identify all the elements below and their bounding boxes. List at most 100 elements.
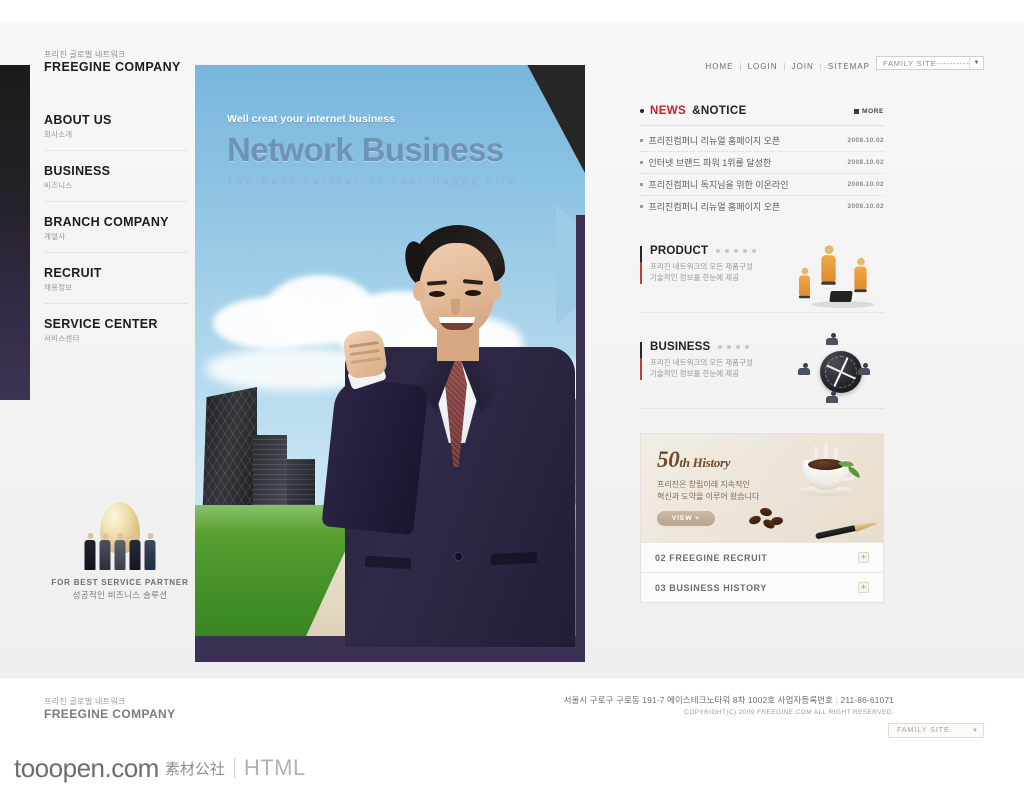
news-item[interactable]: 프리진컴퍼니 독지님을 위한 이온라인 2008.10.02 [640,174,884,196]
footer-logo-subtitle: 프리진 글로벌 네트워크 [44,697,126,706]
watermark-chinese: 素材公社 [164,760,225,778]
eye-right [465,290,481,296]
footer-logo[interactable]: 프리진 글로벌 네트워크 FREEGINE COMPANY [44,696,176,722]
site-header: 프리진 글로벌 네트워크 FREEGINE COMPANY HOME | LOG… [0,22,1024,74]
hero-kicker: Well creat your internet business [227,113,396,125]
history-row[interactable]: 02 FREEGINE RECRUIT + [641,542,883,572]
news-item[interactable]: 프리진컴퍼니 리뉴얼 홈페이지 오픈 2008.10.02 [640,196,884,217]
nose [451,299,460,315]
sidebar-item-sublabel: 비즈니스 [44,181,73,190]
sidebar-promo-banner[interactable]: FOR BEST SERVICE PARTNER 성공적인 비즈니스 솔루션 [44,500,196,601]
jacket-pocket [364,555,412,570]
family-site-label: FAMILY SITE-------------- [883,58,969,68]
sidebar-item-service-center[interactable]: SERVICE CENTER 서비스센터 [44,312,188,354]
nav-home[interactable]: HOME [700,62,740,71]
logo-subtitle: 프리진 글로벌 네트워크 [44,50,126,59]
site-logo[interactable]: 프리진 글로벌 네트워크 FREEGINE COMPANY [44,49,181,75]
hero-text-block: Well creat your internet business Networ… [227,113,557,186]
history-panel: 50th History 프리진은 창립이래 지속적인 혁신과 도약을 이루어 … [640,433,884,603]
person-figure-icon [826,333,840,345]
sidebar-item-about-us[interactable]: ABOUT US 회사소개 [44,108,188,151]
bullet-dot-icon [640,109,644,113]
history-desc-line2: 혁신과 도약을 이루어 왔습니다 [657,492,760,501]
nav-sitemap[interactable]: SITEMAP [822,62,876,71]
top-navigation: HOME | LOGIN | JOIN | SITEMAP [700,62,877,71]
news-item[interactable]: 프리진컴퍼니 리뉴얼 홈페이지 오픈 2008.10.02 [640,130,884,152]
chevron-down-icon[interactable]: ▼ [969,57,983,69]
bullet-icon [640,161,643,164]
footer-logo-title: FREEGINE COMPANY [44,707,176,721]
more-label: MORE [862,107,884,115]
person-figure-icon [858,363,872,375]
person-figure-icon [826,391,840,403]
nav-login[interactable]: LOGIN [742,62,784,71]
pen-icon [815,520,877,541]
business-section[interactable]: BUSINESS 프리진 네트워크의 모든 제품구성 기술적인 정보를 한눈에 … [640,333,884,409]
history-banner[interactable]: 50th History 프리진은 창립이래 지속적인 혁신과 도약을 이루어 … [641,434,883,542]
sidebar-item-business[interactable]: BUSINESS 비즈니스 [44,159,188,202]
site-footer: 프리진 글로벌 네트워크 FREEGINE COMPANY 서울시 구로구 구로… [0,677,1024,745]
sidebar-navigation: ABOUT US 회사소개 BUSINESS 비즈니스 BRANCH COMPA… [44,108,188,362]
footer-family-site-label: FAMILY SITE [897,727,950,734]
footer-address-block: 서울시 구로구 구로동 191-7 에이스테크노타워 8차 1002호 사업자등… [564,694,894,716]
watermark-site: tooopen.com [14,752,159,783]
plus-icon[interactable]: + [858,582,869,593]
business-section-title: BUSINESS [650,341,711,353]
history-number: 50 [657,447,680,472]
coffee-beans-icon [748,506,793,531]
history-row[interactable]: 03 BUSINESS HISTORY + [641,572,883,602]
sidebar-item-sublabel: 계열사 [44,232,66,241]
footer-family-site-dropdown[interactable]: FAMILY SITE ▼ [888,723,984,738]
sidebar-item-label: BRANCH COMPANY [44,215,169,229]
news-title-dark: &NOTICE [692,105,747,117]
businessman-figure [84,533,96,570]
sidebar-item-branch-company[interactable]: BRANCH COMPANY 계열사 [44,210,188,253]
raised-arm [321,376,429,536]
coffee-cup-icon [797,442,862,498]
bullet-icon [640,205,643,208]
worker-figure-icon [798,267,811,299]
businessman-figure [99,533,111,570]
businessman-photo [315,185,575,647]
left-dark-accent-bar [0,65,30,400]
businessman-figure [114,533,126,570]
footer-copyright: COPYRIGHT(C) 2009 FREEGINE.COM ALL RIGHT… [684,709,894,716]
promo-english-tagline: FOR BEST SERVICE PARTNER [51,578,189,587]
watermark-divider [233,758,235,778]
news-list: 프리진컴퍼니 리뉴얼 홈페이지 오픈 2008.10.02 인터넷 브랜드 파워… [640,125,884,217]
sidebar-item-sublabel: 채용정보 [44,283,73,292]
square-icon [854,108,860,114]
jacket-button [455,553,462,560]
businessmen-silhouettes [84,533,156,570]
product-section-title: PRODUCT [650,245,709,257]
hero-banner[interactable]: Well creat your internet business Networ… [195,65,585,662]
compass-icon [820,351,862,393]
page-root: 프리진 글로벌 네트워크 FREEGINE COMPANY HOME | LOG… [0,0,1024,791]
hero-right-border [576,215,585,662]
news-item-date: 2008.10.02 [847,181,884,188]
bullet-icon [640,183,643,186]
news-more-button[interactable]: MORE [854,108,884,115]
dot-decoration [716,249,757,253]
sidebar-item-recruit[interactable]: RECRUIT 채용정보 [44,261,188,304]
news-item-title: 프리진컴퍼니 리뉴얼 홈페이지 오픈 [648,202,781,212]
history-view-button[interactable]: VIEW + [657,511,715,526]
history-headline: 50th History [657,448,787,475]
bullet-icon [640,139,643,142]
plus-icon[interactable]: + [858,552,869,563]
news-item-title: 인터넷 브랜드 파워 1위를 달성한 [648,158,772,168]
dot-decoration [718,345,750,349]
news-item-title: 프리진컴퍼니 독지님을 위한 이온라인 [648,180,789,190]
sidebar-item-sublabel: 서비스센터 [44,334,80,343]
section-accent-bar [640,342,642,380]
watermark-html-label: HTML [243,755,306,780]
section-accent-bar [640,246,642,284]
product-section[interactable]: PRODUCT 프리진 네트워크의 모든 제품구성 기술적인 정보를 한눈에 제… [640,245,884,313]
chevron-down-icon[interactable]: ▼ [967,728,983,734]
product-illustration [796,239,884,315]
nav-join[interactable]: JOIN [786,62,820,71]
sidebar-item-label: RECRUIT [44,266,102,280]
family-site-dropdown[interactable]: FAMILY SITE-------------- ▼ [876,56,984,70]
right-column: NEWS &NOTICE MORE 프리진컴퍼니 리뉴얼 홈페이지 오픈 2008… [640,105,884,603]
news-item[interactable]: 인터넷 브랜드 파워 1위를 달성한 2008.10.02 [640,152,884,174]
